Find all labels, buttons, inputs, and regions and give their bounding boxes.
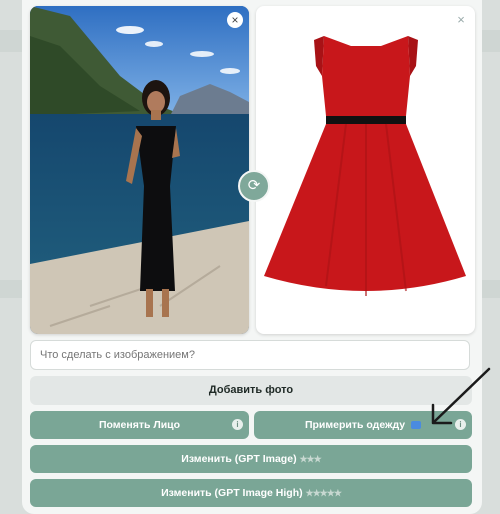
close-icon: × bbox=[231, 13, 239, 27]
add-photo-label: Добавить фото bbox=[208, 384, 294, 396]
close-icon: × bbox=[457, 12, 465, 27]
rating-stars: ★★★★★ bbox=[305, 488, 342, 498]
info-icon[interactable]: i bbox=[232, 419, 243, 430]
add-photo-button[interactable]: Добавить фото bbox=[30, 376, 472, 405]
annotation-arrow-icon bbox=[431, 367, 491, 425]
new-badge-icon bbox=[411, 421, 422, 430]
person-photo: × bbox=[30, 6, 249, 334]
rating-stars: ★★★ bbox=[299, 454, 321, 464]
remove-garment-photo-button[interactable]: × bbox=[453, 12, 469, 28]
swap-images-button[interactable]: ⟳ bbox=[238, 170, 270, 202]
refresh-icon: ⟳ bbox=[247, 177, 261, 194]
garment-photo: × bbox=[256, 6, 475, 334]
edit-gpt-image-button[interactable]: Изменить (GPT Image) ★★★ bbox=[30, 445, 472, 473]
edit-gpt-image-high-label: Изменить (GPT Image High) bbox=[161, 487, 303, 499]
edit-gpt-image-high-button[interactable]: Изменить (GPT Image High) ★★★★★ bbox=[30, 479, 472, 507]
prompt-input[interactable] bbox=[30, 340, 470, 370]
remove-person-photo-button[interactable]: × bbox=[227, 12, 243, 28]
person-photo-image bbox=[30, 6, 249, 334]
change-face-label: Поменять Лицо bbox=[98, 419, 181, 431]
try-on-label: Примерить одежду bbox=[304, 419, 406, 431]
red-dress-image bbox=[264, 36, 466, 296]
edit-gpt-image-label: Изменить (GPT Image) bbox=[181, 453, 297, 465]
change-face-button[interactable]: Поменять Лицо i bbox=[30, 411, 249, 439]
